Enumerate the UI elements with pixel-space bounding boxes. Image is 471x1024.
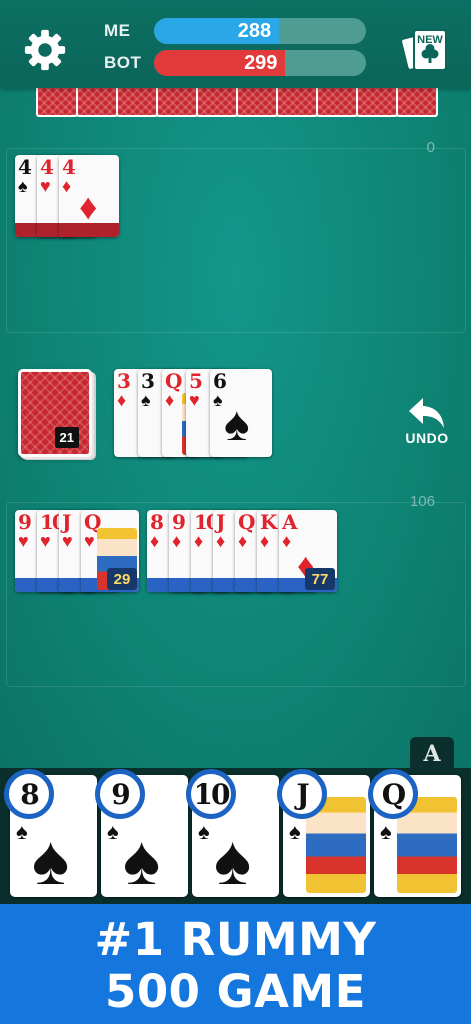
bot-score: BOT 299 [104, 50, 366, 76]
opponent-card-back [36, 84, 78, 117]
card-suit: ♦ [150, 531, 160, 551]
card-rank: 8 [4, 769, 54, 819]
card-suit: ♥ [18, 531, 29, 551]
card-rank: J [277, 769, 327, 819]
stock-pile[interactable]: 21 [18, 369, 92, 457]
card-suit: ♦ [282, 531, 292, 551]
opponent-card-back [156, 84, 198, 117]
promo-banner: #1 RUMMY 500 GAME [0, 904, 471, 1024]
gear-icon[interactable] [22, 27, 68, 73]
stock-count: 21 [54, 427, 79, 448]
card-suit-large: ♠ [123, 821, 161, 899]
hand-card[interactable]: ♠ 8 ♠ [4, 769, 97, 899]
new-game-icon[interactable]: NEW [402, 26, 450, 74]
card-suit: ♥ [84, 531, 95, 551]
top-bar: ME 288 BOT 299 NEW [0, 0, 471, 88]
card-suit: ♠ [16, 819, 28, 844]
card-suit: ♦ [260, 531, 270, 551]
card-suit: ♠ [289, 819, 301, 844]
undo-label: UNDO [405, 430, 449, 446]
card-suit: ♠ [380, 819, 392, 844]
card-rank: 8 [150, 510, 164, 534]
opponent-card-back [116, 84, 158, 117]
card-suit-large: ♠ [224, 398, 250, 451]
player-meld-card: Q ♥ 29 [81, 510, 139, 592]
bot-score-bar: 299 [154, 50, 366, 76]
card-rank: 4 [62, 155, 76, 179]
card-suit: ♦ [172, 531, 182, 551]
undo-button[interactable]: UNDO [400, 396, 454, 448]
hand-card[interactable]: ♠ 9 ♠ [95, 769, 188, 899]
opponent-card-back [396, 84, 438, 117]
card-suit-large: ♦ [79, 186, 98, 227]
bot-score-label: BOT [104, 53, 142, 72]
hand-card[interactable]: Q ♠ [368, 769, 461, 897]
opponent-card-back [196, 84, 238, 117]
card-suit-large: ♠ [214, 821, 252, 899]
bot-score-value: 299 [154, 50, 286, 76]
card-rank: K [260, 510, 277, 534]
card-rank: 4 [40, 155, 54, 179]
banner-line-2: 500 GAME [105, 965, 366, 1018]
player-meld-card: A ♦ ♦ 77 [279, 510, 337, 592]
card-rank: 9 [95, 769, 145, 819]
card-suit: ♦ [216, 531, 226, 551]
hand-card[interactable]: ♠ 10 ♠ [186, 769, 279, 899]
sort-tab[interactable]: A [410, 737, 454, 770]
card-rank: 3 [117, 369, 131, 393]
card-suit: ♠ [141, 390, 151, 410]
opponent-card-back [236, 84, 278, 117]
my-score-value: 288 [154, 18, 280, 44]
card-rank: 9 [172, 510, 186, 534]
meld-points-badge: 77 [305, 568, 335, 590]
card-rank: 5 [189, 369, 203, 393]
card-suit: ♥ [62, 531, 73, 551]
card-suit-large: ♠ [32, 821, 70, 899]
card-suit: ♦ [194, 531, 204, 551]
card-rank: Q [238, 510, 255, 534]
card-suit: ♥ [189, 390, 200, 410]
my-score: ME 288 [104, 18, 366, 44]
card-rank: 3 [141, 369, 155, 393]
card-rank: Q [165, 369, 182, 393]
card-suit: ♦ [117, 390, 127, 410]
player-meld-points: 106 [409, 493, 435, 510]
discard-card[interactable]: 6 ♠ ♠ [210, 369, 272, 457]
opponent-card-back [316, 84, 358, 117]
card-suit: ♥ [40, 531, 51, 551]
card-suit: ♥ [40, 176, 51, 196]
card-suit: ♠ [213, 390, 223, 410]
meld-points-badge: 29 [107, 568, 137, 590]
card-rank: J [216, 510, 226, 534]
card-rank: 10 [186, 769, 236, 819]
card-suit: ♠ [18, 176, 28, 196]
card-rank: Q [368, 769, 418, 819]
card-suit: ♦ [62, 176, 72, 196]
opponent-meld-card: 4 ♦ ♦ [59, 155, 119, 237]
card-suit: ♦ [238, 531, 248, 551]
hand-card[interactable]: J ♠ [277, 769, 370, 897]
undo-arrow-icon [409, 398, 444, 428]
card-suit: ♦ [165, 390, 175, 410]
card-rank: 9 [18, 510, 32, 534]
card-suit: ♠ [107, 819, 119, 844]
card-rank: J [62, 510, 72, 534]
my-score-bar: 288 [154, 18, 366, 44]
card-rank: 6 [213, 369, 227, 393]
banner-line-1: #1 RUMMY [94, 913, 377, 966]
opponent-card-back [356, 84, 398, 117]
card-rank: 4 [18, 155, 32, 179]
my-score-label: ME [104, 21, 131, 40]
card-suit: ♠ [198, 819, 210, 844]
opponent-card-back [76, 84, 118, 117]
opponent-card-back [276, 84, 318, 117]
card-rank: A [282, 510, 297, 534]
opponent-meld-points: 0 [426, 139, 435, 156]
